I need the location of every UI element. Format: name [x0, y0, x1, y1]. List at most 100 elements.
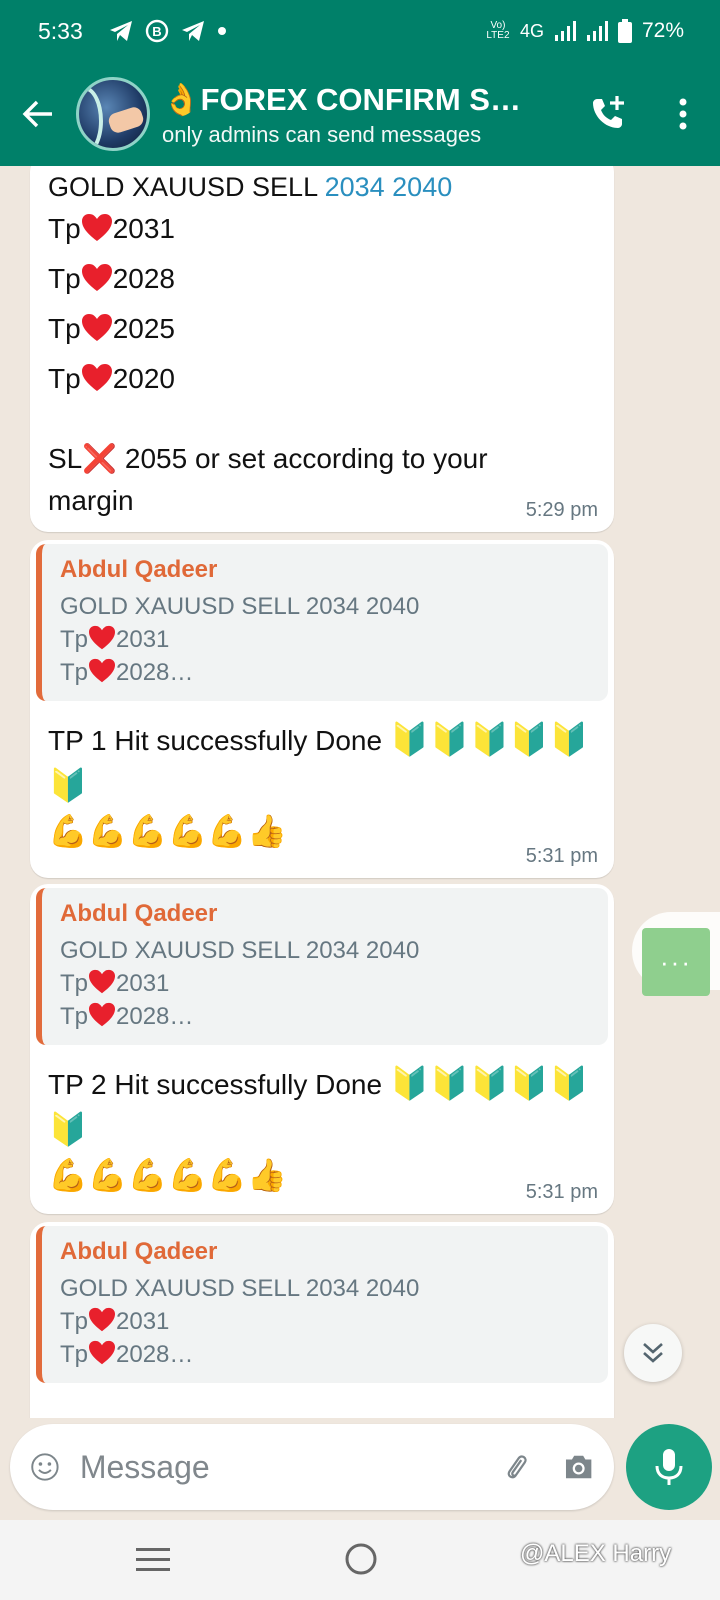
hit-text: TP 2 Hit successfully Done [48, 1069, 383, 1100]
message-bubble[interactable]: GOLD XAUUSD SELL 2034 2040 Tp 2031 Tp 2028… [30, 166, 614, 532]
price-link[interactable]: 2034 2040 [325, 172, 453, 202]
heart-icon [89, 625, 116, 650]
quote-author: Abdul Qadeer [60, 556, 218, 583]
message-bubble[interactable]: Abdul Qadeer GOLD XAUUSD SELL 2034 2040 … [30, 884, 614, 1214]
emoji-icon[interactable] [30, 1447, 60, 1487]
tp-label: Tp [48, 263, 81, 294]
heart-icon [89, 658, 116, 683]
telegram-icon [181, 21, 204, 41]
group-avatar[interactable] [76, 77, 150, 151]
group-info[interactable]: 👌FOREX CONFIRM SI... only admins can sen… [162, 81, 572, 148]
tp-label: Tp [60, 1341, 89, 1368]
chat-header: 👌FOREX CONFIRM SI... only admins can sen… [0, 62, 720, 166]
tp-line: Tp 2031 [48, 204, 596, 254]
message-time: 5:31 pm [525, 1181, 598, 1203]
message-time: 5:31 pm [525, 845, 598, 867]
quote-line: Tp 2028… [60, 1338, 592, 1371]
tp-value: 2025 [112, 313, 175, 344]
quote-line: Tp 2028… [60, 1000, 592, 1033]
floating-more-button[interactable]: ··· [642, 928, 710, 996]
tp-label: Tp [48, 213, 81, 244]
tp-value: 2028 [112, 263, 175, 294]
back-button[interactable] [0, 62, 76, 166]
heart-icon [81, 214, 112, 241]
mic-icon [655, 1449, 683, 1485]
tp-label: Tp [60, 1308, 89, 1335]
quoted-message[interactable]: Abdul Qadeer GOLD XAUUSD SELL 2034 2040 … [36, 1226, 608, 1383]
message-input[interactable] [79, 1448, 500, 1486]
system-navigation-bar: @ALEX Harry [0, 1520, 720, 1600]
tp-value: 2031 [112, 213, 175, 244]
tp-line: Tp 2025 [48, 304, 596, 354]
stop-loss-text: SL❌ 2055 or set according to your margin [48, 443, 488, 516]
heart-icon [81, 364, 112, 391]
quoted-message[interactable]: Abdul Qadeer GOLD XAUUSD SELL 2034 2040 … [36, 544, 608, 701]
quote-line: Tp 2031 [60, 967, 592, 1000]
tp-line: Tp 2020 [48, 354, 596, 404]
tp-value: 2031 [116, 970, 170, 997]
heart-icon [89, 1340, 116, 1365]
tp-value: 2020 [112, 363, 175, 394]
message-text: TP 2 Hit successfully Done 🔰🔰🔰🔰🔰🔰 [48, 1061, 596, 1153]
watermark-text: @ALEX Harry [520, 1540, 672, 1567]
home-icon[interactable] [344, 1542, 378, 1576]
quoted-message[interactable]: Abdul Qadeer GOLD XAUUSD SELL 2034 2040 … [36, 888, 608, 1045]
network-label: 4G [519, 20, 544, 41]
camera-icon[interactable] [563, 1448, 594, 1486]
signal-icon [586, 21, 608, 41]
phone-plus-icon [593, 96, 624, 128]
message-bubble[interactable]: Abdul Qadeer GOLD XAUUSD SELL 2034 2040 … [30, 540, 614, 878]
scroll-to-bottom-button[interactable] [624, 1324, 682, 1382]
chat-area[interactable]: GOLD XAUUSD SELL 2034 2040 Tp 2031 Tp 2028… [0, 166, 720, 1418]
heart-icon [81, 314, 112, 341]
double-chevron-down-icon [643, 1343, 663, 1363]
svg-text:B: B [152, 24, 161, 39]
message-time: 5:29 pm [525, 499, 598, 521]
heart-icon [89, 1307, 116, 1332]
muscle-emojis: 💪💪💪💪💪👍 [48, 812, 288, 850]
attach-icon[interactable] [500, 1445, 533, 1489]
b-badge-icon: B [145, 19, 168, 43]
tp-value: 2031 [116, 626, 170, 653]
message-text: TP 1 Hit successfully Done 🔰🔰🔰🔰🔰🔰 [48, 717, 596, 809]
quote-line: Tp 2028… [60, 656, 592, 689]
overflow-menu-button[interactable] [646, 62, 720, 166]
signal-text: GOLD XAUUSD SELL [48, 172, 325, 202]
message-bubble[interactable]: Abdul Qadeer GOLD XAUUSD SELL 2034 2040 … [30, 1222, 614, 1418]
group-title: 👌FOREX CONFIRM SI... [162, 81, 522, 117]
tp-label: Tp [60, 970, 89, 997]
status-bar: 5:33 B Vo) LTE2 4G 72% [0, 0, 720, 62]
group-subtitle: only admins can send messages [162, 121, 482, 147]
back-arrow-icon [22, 100, 52, 128]
quote-line: GOLD XAUUSD SELL 2034 2040 [60, 937, 420, 964]
quote-author: Abdul Qadeer [60, 1238, 218, 1265]
dot-icon [217, 27, 226, 35]
volte-label: Vo) LTE2 [486, 20, 510, 41]
message-composer [10, 1424, 614, 1510]
tp-value: 2031 [116, 1308, 170, 1335]
signal-icon [554, 21, 576, 41]
add-call-button[interactable] [572, 62, 646, 166]
heart-icon [89, 1002, 116, 1027]
message-headline: GOLD XAUUSD SELL 2034 2040 [48, 166, 596, 204]
quote-line: Tp 2031 [60, 1305, 592, 1338]
telegram-icon [109, 21, 132, 41]
tp-label: Tp [60, 626, 89, 653]
tp-value: 2028… [116, 659, 194, 686]
tp-line: Tp 2028 [48, 254, 596, 304]
tp-label: Tp [48, 363, 81, 394]
tp-label: Tp [60, 659, 89, 686]
hit-text: TP 1 Hit successfully Done [48, 725, 383, 756]
battery-icon [617, 19, 632, 43]
notification-icons: B [109, 19, 227, 43]
heart-icon [89, 969, 116, 994]
quote-line: Tp 2031 [60, 623, 592, 656]
quote-line: GOLD XAUUSD SELL 2034 2040 [60, 593, 420, 620]
tp-value: 2028… [116, 1003, 194, 1030]
quote-author: Abdul Qadeer [60, 900, 218, 927]
quote-line: GOLD XAUUSD SELL 2034 2040 [60, 1275, 420, 1302]
tp-value: 2028… [116, 1341, 194, 1368]
recents-icon[interactable] [136, 1546, 170, 1574]
heart-icon [81, 264, 112, 291]
voice-record-button[interactable] [626, 1424, 712, 1510]
